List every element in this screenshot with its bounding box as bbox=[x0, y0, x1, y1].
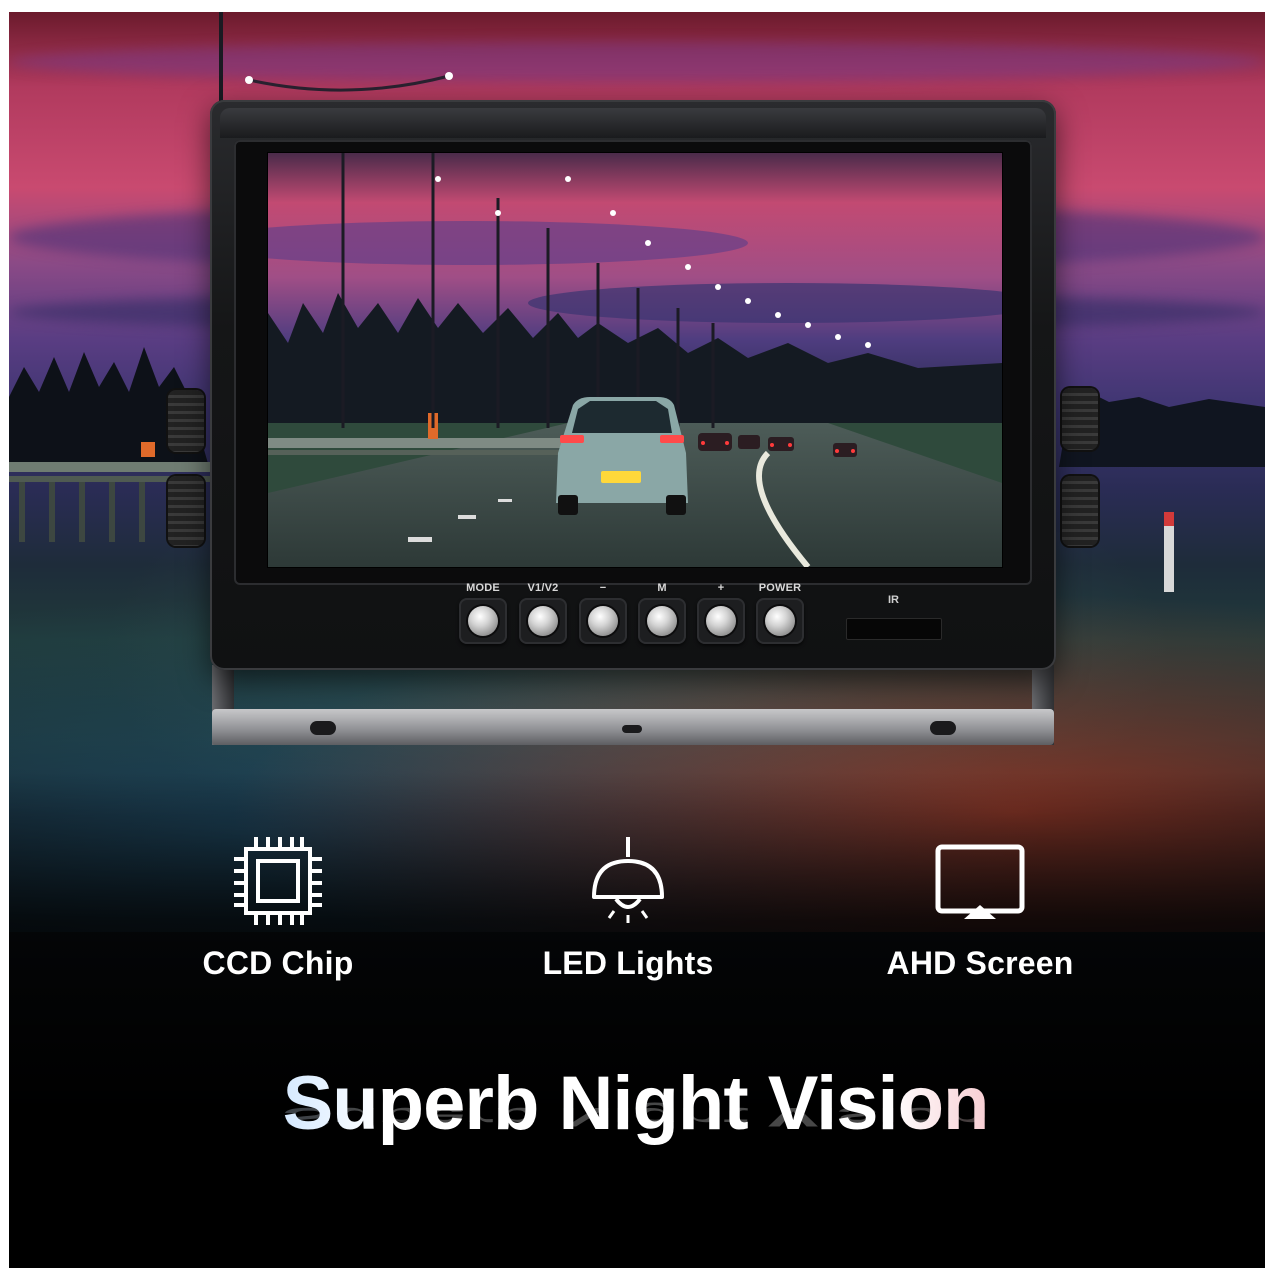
cloud-band bbox=[9, 42, 1265, 82]
feature-ccd-chip: CCD Chip bbox=[128, 835, 428, 982]
bracket-hole bbox=[622, 725, 642, 733]
bracket-slot bbox=[930, 721, 956, 735]
feature-led-lights: LED Lights bbox=[478, 835, 778, 982]
feature-label: CCD Chip bbox=[202, 945, 354, 981]
menu-button[interactable] bbox=[638, 598, 686, 644]
car-monitor: MODE V1/V2 − M + POWER IR bbox=[210, 100, 1056, 670]
v1v2-button-group[interactable]: V1/V2 bbox=[516, 580, 570, 644]
ir-sensor bbox=[846, 618, 942, 640]
menu-button-group[interactable]: M bbox=[635, 580, 689, 644]
plus-button-group[interactable]: + bbox=[694, 580, 748, 644]
ir-label: IR bbox=[888, 594, 899, 606]
power-button[interactable] bbox=[756, 598, 804, 644]
screen-icon bbox=[935, 844, 1025, 919]
feature-ahd-screen: AHD Screen bbox=[830, 835, 1130, 982]
mode-label: MODE bbox=[466, 582, 500, 594]
mode-button[interactable] bbox=[459, 598, 507, 644]
minus-label: − bbox=[599, 582, 607, 594]
control-panel: MODE V1/V2 − M + POWER IR bbox=[210, 578, 1056, 670]
feature-label: AHD Screen bbox=[886, 945, 1074, 981]
plus-label: + bbox=[717, 582, 725, 594]
monitor-screen bbox=[267, 152, 1003, 568]
left-mount-knob bbox=[168, 390, 204, 452]
v1v2-button[interactable] bbox=[519, 598, 567, 644]
right-mount-knob bbox=[1062, 476, 1098, 546]
plus-button[interactable] bbox=[697, 598, 745, 644]
lamp-icon bbox=[592, 837, 664, 923]
bracket-slot bbox=[310, 721, 336, 735]
monitor-sunshade bbox=[220, 108, 1046, 138]
headline-reflection: Superb Night Vision bbox=[0, 1102, 1271, 1132]
menu-label: M bbox=[657, 582, 667, 594]
minus-button-group[interactable]: − bbox=[576, 580, 630, 644]
left-mount-knob bbox=[168, 476, 204, 546]
feature-label: LED Lights bbox=[542, 945, 714, 981]
mode-button-group[interactable]: MODE bbox=[456, 580, 510, 644]
minus-button[interactable] bbox=[579, 598, 627, 644]
mounting-bracket bbox=[212, 665, 1054, 747]
road-post bbox=[1164, 512, 1174, 592]
power-button-group[interactable]: POWER bbox=[753, 580, 807, 644]
v1v2-label: V1/V2 bbox=[527, 582, 559, 594]
chip-icon bbox=[234, 837, 322, 925]
right-mount-knob bbox=[1062, 388, 1098, 450]
power-label: POWER bbox=[758, 582, 802, 594]
